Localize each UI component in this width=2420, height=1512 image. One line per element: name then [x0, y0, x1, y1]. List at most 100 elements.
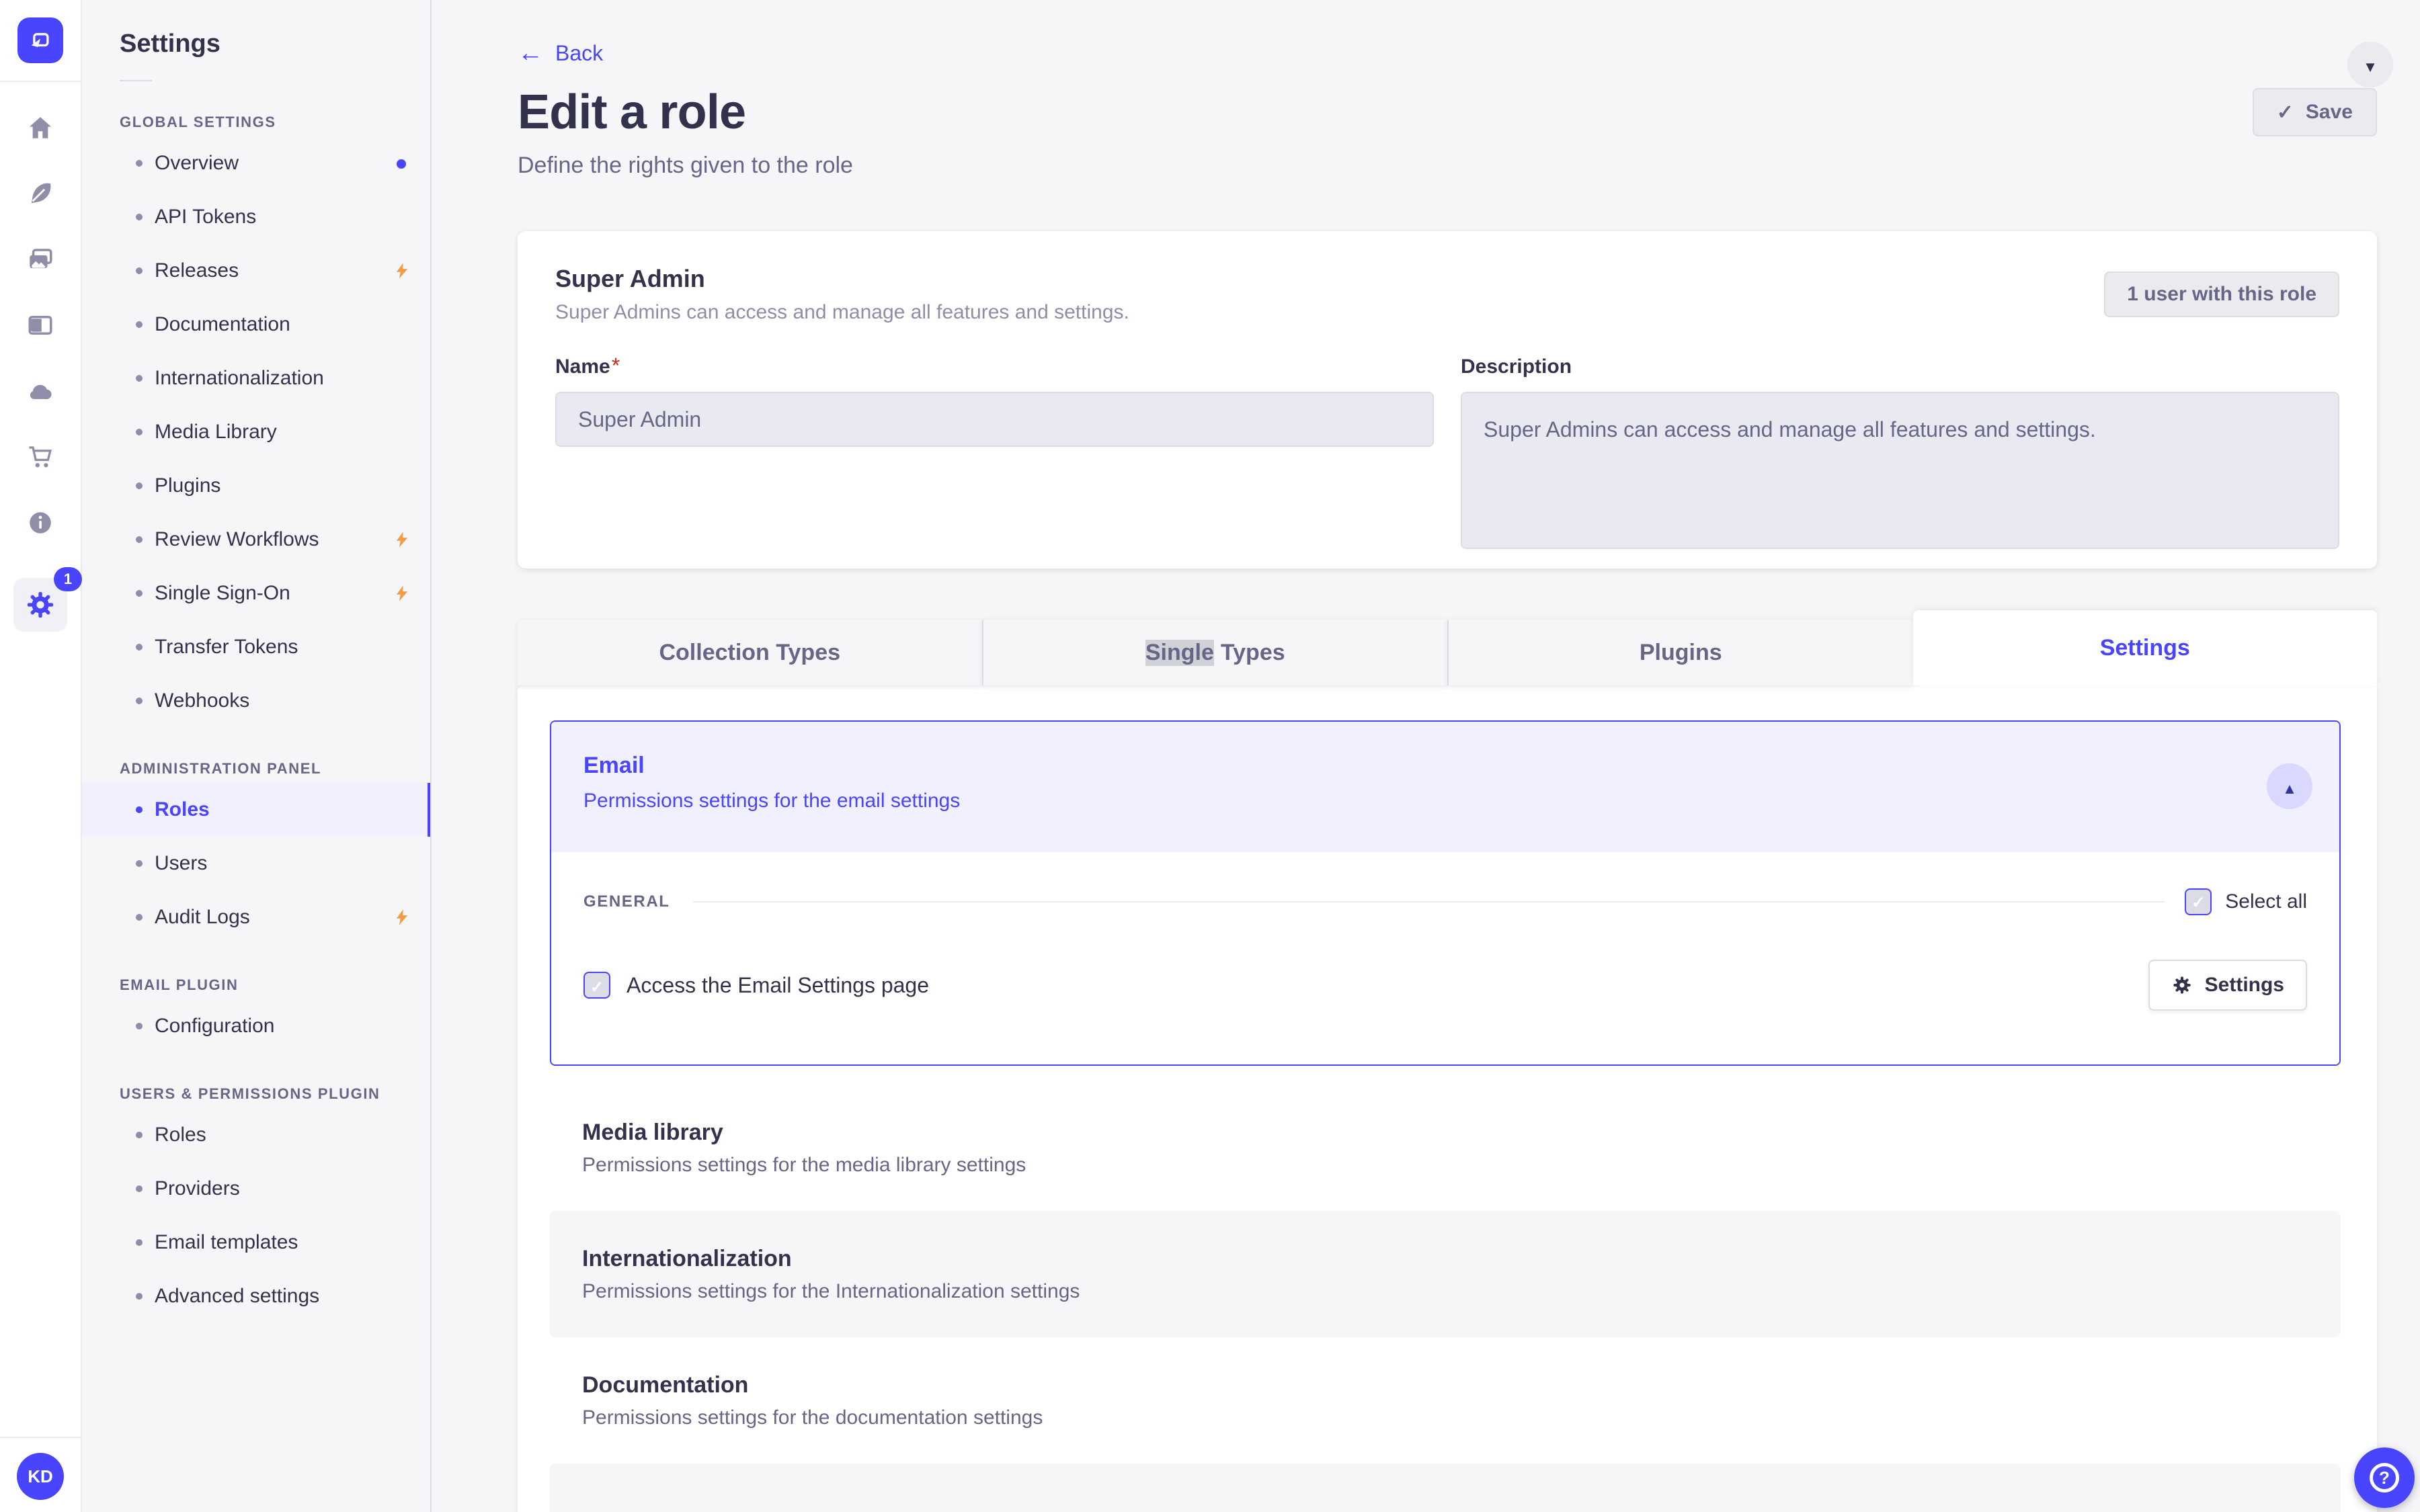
bullet-icon [136, 160, 143, 167]
selected-text: Single [1145, 639, 1214, 666]
tab-single-types[interactable]: Single Types [981, 620, 1447, 685]
name-field-group: Name * [555, 353, 1434, 554]
permissions-accordion-list: Media library Permissions settings for t… [550, 42, 2393, 1512]
lightning-bolt-icon [393, 530, 411, 554]
description-textarea[interactable]: Super Admins can access and manage all f… [1461, 392, 2339, 549]
accordion-subtitle: Permissions settings for the email setti… [583, 790, 961, 812]
bullet-icon [136, 214, 143, 220]
back-link[interactable]: Back [518, 40, 603, 67]
sidebar-item-overview[interactable]: Overview [82, 136, 430, 190]
sidebar-item-advanced-settings[interactable]: Advanced settings [82, 1269, 430, 1323]
bullet-icon [136, 1023, 143, 1030]
chevron-up-icon [2282, 774, 2297, 799]
marketplace-cart-icon[interactable] [26, 442, 55, 472]
sidebar-item-providers[interactable]: Providers [82, 1162, 430, 1216]
user-avatar[interactable]: KD [17, 1453, 64, 1500]
sidebar-item-media-library[interactable]: Media Library [82, 405, 430, 459]
expand-button[interactable] [2347, 42, 2393, 87]
workspace-logo[interactable] [17, 17, 63, 63]
sidebar-item-transfer-tokens[interactable]: Transfer Tokens [82, 620, 430, 674]
subnav-section-users-permissions-plugin: USERS & PERMISSIONS PLUGIN Roles Provide… [82, 1085, 430, 1323]
page-subtitle: Define the rights given to the role [518, 153, 853, 178]
description-field-group: Description Super Admins can access and … [1461, 353, 2339, 554]
permissions-tabs-group: Collection Types Single Types Plugins Set… [518, 42, 2393, 1512]
description-label: Description [1461, 355, 1572, 378]
info-icon[interactable] [26, 508, 55, 538]
cloud-icon[interactable] [26, 376, 55, 406]
sidebar-item-releases[interactable]: Releases [82, 244, 430, 298]
app-window: 1 KD Settings GLOBAL SETTINGS Overview A… [0, 0, 2420, 1512]
section-label: GLOBAL SETTINGS [120, 114, 276, 130]
gear-icon [2173, 976, 2191, 994]
sidebar-item-review-workflows[interactable]: Review Workflows [82, 513, 430, 566]
subnav-divider [120, 80, 152, 81]
chevron-down-icon [2363, 52, 2378, 77]
subnav-section-global-settings: GLOBAL SETTINGS Overview API Tokens Rele… [82, 114, 430, 728]
name-label: Name [555, 355, 610, 378]
bullet-icon [136, 644, 143, 650]
sidebar-item-users[interactable]: Users [82, 837, 430, 890]
check-icon [590, 973, 604, 998]
sidebar-item-audit-logs[interactable]: Audit Logs [82, 890, 430, 944]
rail-divider [0, 81, 81, 82]
accordion-title: Email [583, 753, 645, 778]
help-button[interactable] [2354, 1447, 2415, 1508]
access-email-settings-checkbox[interactable] [583, 972, 610, 999]
sidebar-item-internationalization[interactable]: Internationalization [82, 351, 430, 405]
subnav-title: Settings [120, 30, 220, 58]
feather-content-icon[interactable] [26, 179, 55, 208]
sidebar-item-documentation[interactable]: Documentation [82, 298, 430, 351]
subnav-section-email-plugin: EMAIL PLUGIN Configuration [82, 976, 430, 1053]
paper-plane-logo-icon [31, 33, 49, 47]
email-accordion-header[interactable]: Email Permissions settings for the email… [551, 722, 2339, 852]
bullet-icon [136, 1185, 143, 1192]
home-icon[interactable] [26, 113, 55, 142]
collapse-button[interactable] [2267, 763, 2312, 809]
lightning-bolt-icon [393, 908, 411, 932]
users-with-role-button[interactable]: 1 user with this role [2104, 271, 2339, 317]
sidebar-item-configuration[interactable]: Configuration [82, 999, 430, 1053]
subnav-section-administration-panel: ADMINISTRATION PANEL Roles Users Audit L… [82, 760, 430, 944]
save-button[interactable]: Save [2252, 88, 2377, 136]
sidebar-item-email-templates[interactable]: Email templates [82, 1216, 430, 1269]
role-name-heading: Super Admin [555, 265, 705, 292]
bullet-icon [136, 806, 143, 813]
bullet-icon [136, 482, 143, 489]
email-settings-button[interactable]: Settings [2148, 960, 2307, 1011]
section-label: USERS & PERMISSIONS PLUGIN [120, 1085, 380, 1102]
arrow-left-icon [518, 40, 543, 67]
section-label: EMAIL PLUGIN [120, 976, 239, 993]
sidebar-item-single-sign-on[interactable]: Single Sign-On [82, 566, 430, 620]
select-all-label: Select all [2225, 890, 2307, 913]
main-nav-rail: 1 KD [0, 0, 82, 1512]
tab-plugins[interactable]: Plugins [1447, 620, 1913, 685]
sidebar-item-api-tokens[interactable]: API Tokens [82, 190, 430, 244]
tab-settings[interactable]: Settings [1912, 610, 2377, 685]
name-input[interactable] [555, 392, 1434, 447]
accordion-row-documentation[interactable]: Documentation Permissions settings for t… [550, 42, 2393, 1464]
settings-subnav: Settings GLOBAL SETTINGS Overview API To… [82, 0, 432, 1512]
bullet-icon [136, 429, 143, 435]
check-icon [2277, 101, 2294, 124]
sidebar-item-roles-up[interactable]: Roles [82, 1108, 430, 1162]
accordion-row-internationalization[interactable]: Internationalization Permissions setting… [550, 42, 2393, 1337]
settings-gear-icon[interactable]: 1 [13, 567, 82, 632]
tab-collection-types[interactable]: Collection Types [518, 620, 982, 685]
bullet-icon [136, 860, 143, 867]
content-type-builder-icon[interactable] [26, 310, 55, 340]
sidebar-item-plugins[interactable]: Plugins [82, 459, 430, 513]
question-mark-icon [2370, 1463, 2399, 1493]
accordion-row-media-library[interactable]: Media library Permissions settings for t… [550, 42, 2393, 1211]
bullet-icon [136, 1132, 143, 1138]
accordion-row-plugins-marketplace[interactable]: Plugins and marketplace [550, 42, 2393, 1512]
bullet-icon [136, 536, 143, 543]
section-divider [692, 901, 2165, 902]
main-content: Back Edit a role Save Define the rights … [432, 0, 2420, 1512]
role-description-text: Super Admins can access and manage all f… [555, 301, 1129, 323]
sidebar-item-roles-admin[interactable]: Roles [82, 783, 430, 837]
sidebar-item-webhooks[interactable]: Webhooks [82, 674, 430, 728]
section-label: ADMINISTRATION PANEL [120, 760, 322, 777]
bullet-icon [136, 267, 143, 274]
select-all-checkbox[interactable] [2185, 888, 2212, 915]
media-library-icon[interactable] [26, 245, 55, 274]
